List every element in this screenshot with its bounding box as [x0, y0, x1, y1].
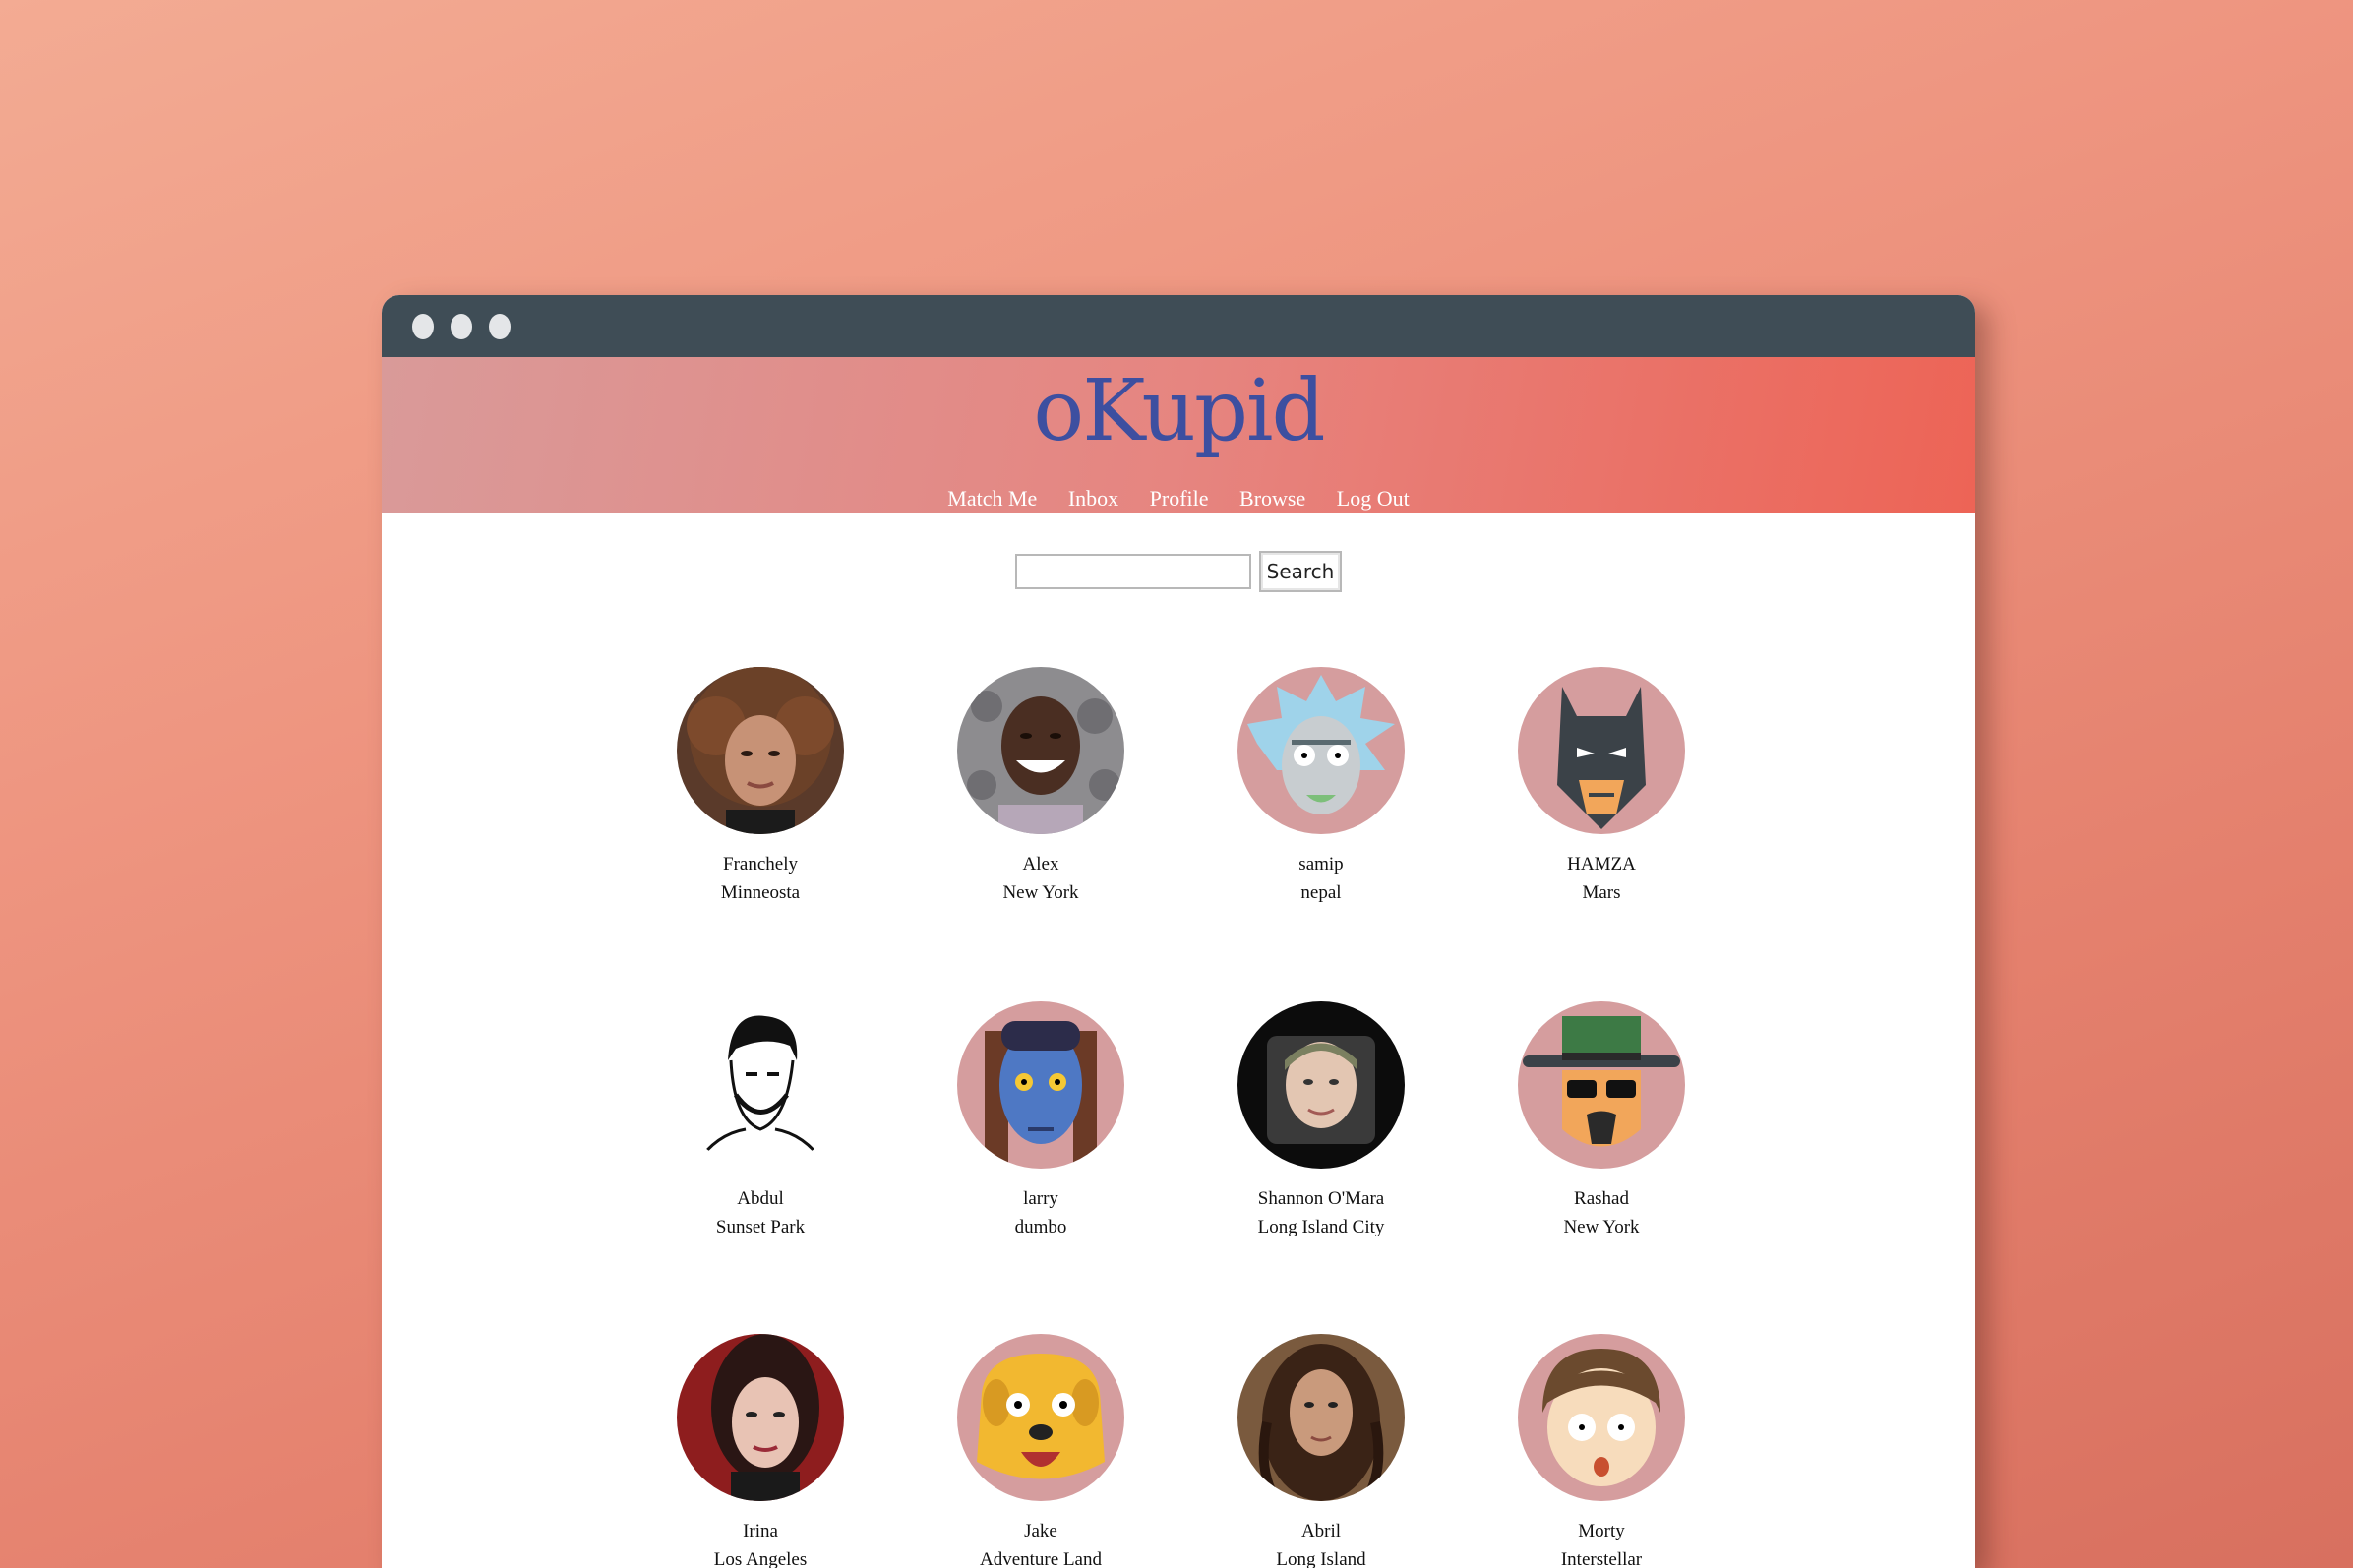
profile-location: Adventure Land [980, 1549, 1102, 1568]
avatar[interactable] [677, 1334, 844, 1501]
profile-card[interactable]: samip nepal [1213, 667, 1429, 907]
profile-card[interactable]: HAMZA Mars [1493, 667, 1710, 907]
avatar[interactable] [1518, 1334, 1685, 1501]
window-dot-2[interactable] [451, 314, 472, 339]
profile-card[interactable]: Franchely Minneosta [652, 667, 869, 907]
profile-location: dumbo [1014, 1217, 1067, 1237]
search-bar: Search [382, 551, 1975, 592]
avatar[interactable] [1518, 667, 1685, 834]
profile-card[interactable]: Alex New York [933, 667, 1149, 907]
profile-location: New York [1563, 1217, 1640, 1237]
profile-card[interactable]: Irina Los Angeles [652, 1334, 869, 1568]
avatar[interactable] [957, 667, 1124, 834]
profile-name[interactable]: samip [1213, 850, 1429, 878]
site-logo[interactable]: oKupid [382, 365, 1975, 458]
profile-name[interactable]: larry [933, 1184, 1149, 1213]
profile-location: Long Island [1276, 1549, 1366, 1568]
nav-match-me[interactable]: Match Me [947, 486, 1037, 511]
profile-card[interactable]: Shannon O'Mara Long Island City [1213, 1001, 1429, 1241]
search-button[interactable]: Search [1258, 551, 1343, 592]
profile-location: New York [1002, 882, 1079, 903]
avatar[interactable] [1518, 1001, 1685, 1169]
profile-name[interactable]: Alex [933, 850, 1149, 878]
profile-location: Sunset Park [715, 1217, 806, 1237]
avatar[interactable] [957, 1001, 1124, 1169]
profile-name[interactable]: Abdul [652, 1184, 869, 1213]
profile-card[interactable]: Morty Interstellar [1493, 1334, 1710, 1568]
avatar[interactable] [677, 667, 844, 834]
window-dot-1[interactable] [412, 314, 434, 339]
avatar[interactable] [1237, 1334, 1405, 1501]
profile-card[interactable]: Abril Long Island [1213, 1334, 1429, 1568]
nav-browse[interactable]: Browse [1239, 486, 1305, 511]
nav-log-out[interactable]: Log Out [1337, 486, 1410, 511]
profile-name[interactable]: Jake [933, 1517, 1149, 1545]
avatar[interactable] [1237, 667, 1405, 834]
profile-card[interactable]: Rashad New York [1493, 1001, 1710, 1241]
nav-profile[interactable]: Profile [1150, 486, 1209, 511]
browser-window: oKupid Match Me Inbox Profile Browse Log… [382, 295, 1975, 1568]
profile-location: Los Angeles [713, 1549, 808, 1568]
profile-card[interactable]: Abdul Sunset Park [652, 1001, 869, 1241]
profile-name[interactable]: Irina [652, 1517, 869, 1545]
avatar[interactable] [1237, 1001, 1405, 1169]
window-dot-3[interactable] [489, 314, 511, 339]
main-nav: Match Me Inbox Profile Browse Log Out [382, 486, 1975, 512]
profile-location: Interstellar [1560, 1549, 1643, 1568]
nav-inbox[interactable]: Inbox [1068, 486, 1118, 511]
profile-card[interactable]: Jake Adventure Land [933, 1334, 1149, 1568]
profile-location: Minneosta [720, 882, 801, 903]
avatar[interactable] [957, 1334, 1124, 1501]
search-input[interactable] [1014, 554, 1251, 589]
profile-location: nepal [1300, 882, 1342, 903]
profile-name[interactable]: HAMZA [1493, 850, 1710, 878]
profile-name[interactable]: Rashad [1493, 1184, 1710, 1213]
profile-name[interactable]: Shannon O'Mara [1213, 1184, 1429, 1213]
browser-titlebar [382, 295, 1975, 357]
profile-name[interactable]: Abril [1213, 1517, 1429, 1545]
profile-location: Long Island City [1257, 1217, 1385, 1237]
profile-card[interactable]: larry dumbo [933, 1001, 1149, 1241]
avatar[interactable] [677, 1001, 844, 1169]
site-header: oKupid Match Me Inbox Profile Browse Log… [382, 357, 1975, 513]
profile-location: Mars [1582, 882, 1621, 903]
profile-name[interactable]: Morty [1493, 1517, 1710, 1545]
profile-name[interactable]: Franchely [652, 850, 869, 878]
